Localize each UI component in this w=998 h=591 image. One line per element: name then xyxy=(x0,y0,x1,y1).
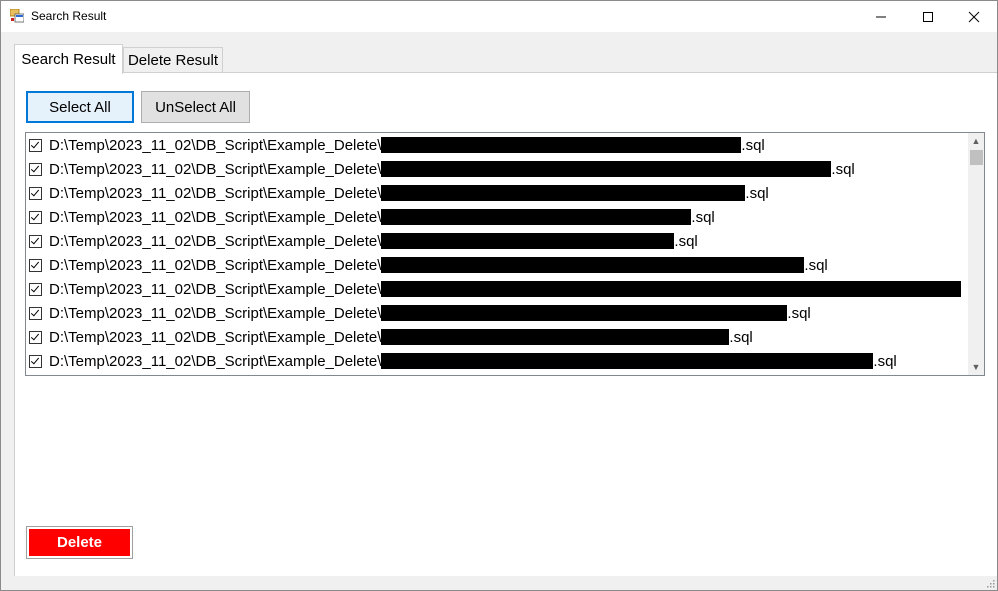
minimize-button[interactable] xyxy=(858,1,904,32)
list-item[interactable]: D:\Temp\2023_11_02\DB_Script\Example_Del… xyxy=(26,205,968,229)
maximize-button[interactable] xyxy=(905,1,951,32)
tab-delete-result[interactable]: Delete Result xyxy=(123,47,223,73)
list-item[interactable]: D:\Temp\2023_11_02\DB_Script\Example_Del… xyxy=(26,181,968,205)
checkbox[interactable] xyxy=(29,162,42,176)
list-item[interactable]: D:\Temp\2023_11_02\DB_Script\Example_Del… xyxy=(26,133,968,157)
list-item[interactable]: D:\Temp\2023_11_02\DB_Script\Example_Del… xyxy=(26,301,968,325)
unselect-all-button[interactable]: UnSelect All xyxy=(141,91,250,123)
checkbox[interactable] xyxy=(29,282,42,296)
file-path-prefix: D:\Temp\2023_11_02\DB_Script\Example_Del… xyxy=(49,280,382,298)
close-icon xyxy=(968,11,980,22)
vertical-scrollbar[interactable]: ▲ ▼ xyxy=(968,133,984,375)
redacted-filename xyxy=(381,233,675,249)
file-path-prefix: D:\Temp\2023_11_02\DB_Script\Example_Del… xyxy=(49,184,382,202)
file-extension: .sql xyxy=(729,328,753,346)
list-item[interactable]: D:\Temp\2023_11_02\DB_Script\Example_Del… xyxy=(26,325,968,349)
file-path-prefix: D:\Temp\2023_11_02\DB_Script\Example_Del… xyxy=(49,136,382,154)
file-extension: .sql xyxy=(741,136,765,154)
checkbox[interactable] xyxy=(29,354,42,368)
scroll-thumb[interactable] xyxy=(970,150,983,165)
close-button[interactable] xyxy=(951,1,997,32)
redacted-filename xyxy=(381,353,874,369)
list-item[interactable]: D:\Temp\2023_11_02\DB_Script\Example_Del… xyxy=(26,277,968,301)
checkbox[interactable] xyxy=(29,210,42,224)
list-item[interactable]: D:\Temp\2023_11_02\DB_Script\Example_Del… xyxy=(26,157,968,181)
redacted-filename xyxy=(381,209,692,225)
checkbox[interactable] xyxy=(29,138,42,152)
redacted-filename xyxy=(381,329,730,345)
file-extension: .sql xyxy=(674,232,698,250)
file-extension: .sql xyxy=(831,160,855,178)
file-extension: .sql xyxy=(745,184,769,202)
scroll-down-icon[interactable]: ▼ xyxy=(968,359,984,375)
redacted-filename xyxy=(381,305,788,321)
file-path-prefix: D:\Temp\2023_11_02\DB_Script\Example_Del… xyxy=(49,256,382,274)
redacted-filename xyxy=(381,257,805,273)
tab-search-result[interactable]: Search Result xyxy=(14,44,123,74)
checkbox[interactable] xyxy=(29,306,42,320)
redacted-filename xyxy=(381,137,742,153)
select-all-button[interactable]: Select All xyxy=(26,91,134,123)
list-item[interactable]: D:\Temp\2023_11_02\DB_Script\Example_Del… xyxy=(26,229,968,253)
resize-grip-icon[interactable] xyxy=(985,578,995,588)
app-icon xyxy=(10,9,24,23)
file-path-prefix: D:\Temp\2023_11_02\DB_Script\Example_Del… xyxy=(49,304,382,322)
minimize-icon xyxy=(876,16,886,17)
redacted-filename xyxy=(381,281,962,297)
checkbox[interactable] xyxy=(29,258,42,272)
list-item[interactable]: D:\Temp\2023_11_02\DB_Script\Example_Del… xyxy=(26,349,968,373)
file-extension: .sql xyxy=(804,256,828,274)
file-path-prefix: D:\Temp\2023_11_02\DB_Script\Example_Del… xyxy=(49,352,382,370)
maximize-icon xyxy=(923,11,933,22)
tab-strip: Search Result Delete Result xyxy=(1,32,997,74)
file-extension: .sql xyxy=(873,352,897,370)
checkbox[interactable] xyxy=(29,186,42,200)
scroll-up-icon[interactable]: ▲ xyxy=(968,133,984,149)
window-title: Search Result xyxy=(31,9,107,23)
list-item[interactable]: D:\Temp\2023_11_02\DB_Script\Example_Del… xyxy=(26,253,968,277)
search-result-window: Search Result Search Result Delete Resul… xyxy=(0,0,998,591)
file-extension: .sql xyxy=(691,208,715,226)
checkbox[interactable] xyxy=(29,234,42,248)
file-checklist[interactable]: D:\Temp\2023_11_02\DB_Script\Example_Del… xyxy=(25,132,985,376)
delete-button[interactable]: Delete xyxy=(26,526,133,559)
search-result-panel: Select All UnSelect All D:\Temp\2023_11_… xyxy=(14,72,997,576)
checkbox[interactable] xyxy=(29,330,42,344)
delete-button-label: Delete xyxy=(29,529,130,556)
file-path-prefix: D:\Temp\2023_11_02\DB_Script\Example_Del… xyxy=(49,232,382,250)
file-path-prefix: D:\Temp\2023_11_02\DB_Script\Example_Del… xyxy=(49,328,382,346)
file-extension: .sql xyxy=(787,304,811,322)
redacted-filename xyxy=(381,161,832,177)
title-bar[interactable]: Search Result xyxy=(1,1,997,32)
redacted-filename xyxy=(381,185,746,201)
file-path-prefix: D:\Temp\2023_11_02\DB_Script\Example_Del… xyxy=(49,160,382,178)
file-path-prefix: D:\Temp\2023_11_02\DB_Script\Example_Del… xyxy=(49,208,382,226)
